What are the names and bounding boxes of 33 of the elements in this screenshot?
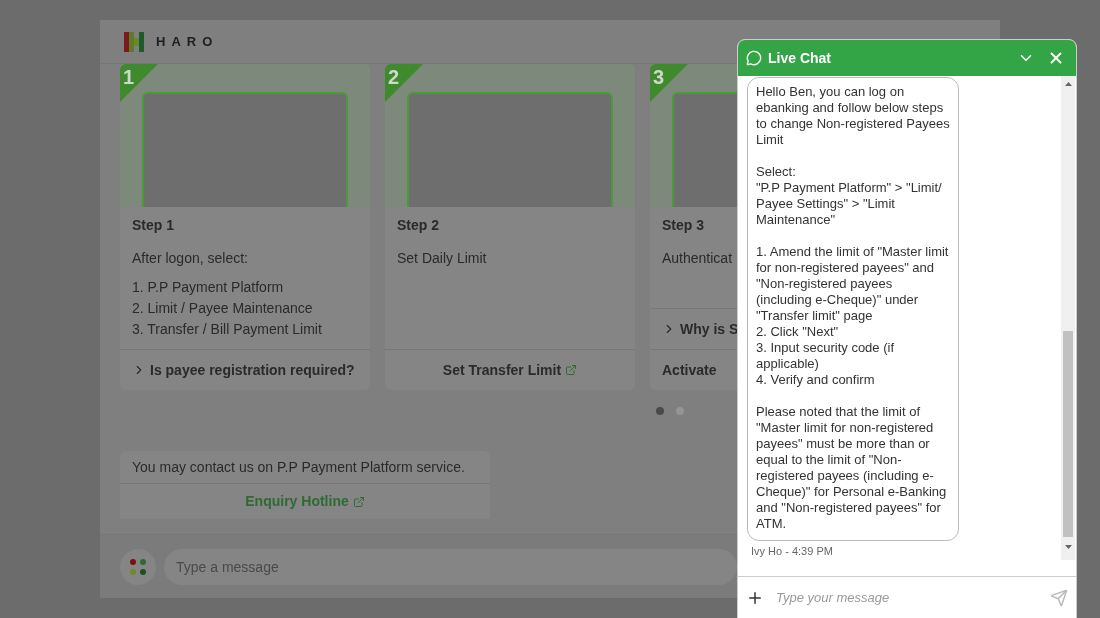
step-number: 3: [653, 65, 665, 90]
corner-triangle-icon: [120, 64, 158, 102]
scroll-down-icon: [1064, 545, 1072, 549]
step-item: 3. Transfer / Bill Payment Limit: [132, 320, 323, 339]
send-icon[interactable]: [1050, 588, 1068, 607]
message-input[interactable]: Type a message: [164, 548, 737, 585]
external-link-icon: [565, 364, 578, 376]
external-link-icon: [352, 495, 365, 508]
step-title: Step 3: [662, 216, 705, 235]
external-link[interactable]: Set Transfer Limit: [385, 350, 635, 390]
step-number: 1: [123, 65, 135, 90]
message-text: Hello Ben, you can log on ebanking and follow below steps to change Non-registered Payees Limit Select: "P.P Payment Platform" > "Limit/ Payee Settings" > "Limit Maintenance" 1. Amend the limit of "Master limit for non-registered payees" and "Non-registered payees (including e-Cheque)" under "Transfer limit" page 2. Click "Next" 3. Input security code (if applicable) 4. Verify and confirm Please noted that the limit of "Master limit for non-registered payees" must be more than or equal to the limit of "Non-registered payees (including e-Cheque)" for Personal e-Banking and "Non-registered payees" for ATM.: [756, 84, 950, 532]
logo-icon: [124, 31, 144, 52]
step-number: 2: [388, 65, 400, 90]
step-title: Step 1: [132, 216, 175, 235]
expand-link[interactable]: Why is S: [650, 309, 741, 349]
dots-logo-icon: [120, 548, 156, 585]
bot-message: You may contact us on P.P Payment Platform service.: [131, 457, 466, 477]
step-item: 2. Limit / Payee Maintenance: [132, 299, 314, 318]
step-item: 1. P.P Payment Platform: [132, 278, 285, 297]
step-description: Set Daily Limit: [397, 249, 488, 268]
scroll-up-icon: [1064, 82, 1072, 86]
activate-link[interactable]: Activate: [650, 350, 729, 390]
chat-bubble-icon: [746, 50, 762, 66]
scroll-thumb[interactable]: [1063, 331, 1073, 537]
step-title: Step 2: [397, 216, 440, 235]
chat-input[interactable]: Type your message: [776, 587, 1038, 608]
logo-text: HARO: [156, 32, 219, 51]
chat-title: Live Chat: [768, 48, 832, 68]
expand-link[interactable]: Is payee registration required?: [120, 350, 367, 390]
scrollbar[interactable]: [1061, 76, 1075, 560]
message-meta: Ivy Ho - 4:39 PM: [751, 544, 834, 559]
step-description: After logon, select:: [132, 249, 249, 268]
